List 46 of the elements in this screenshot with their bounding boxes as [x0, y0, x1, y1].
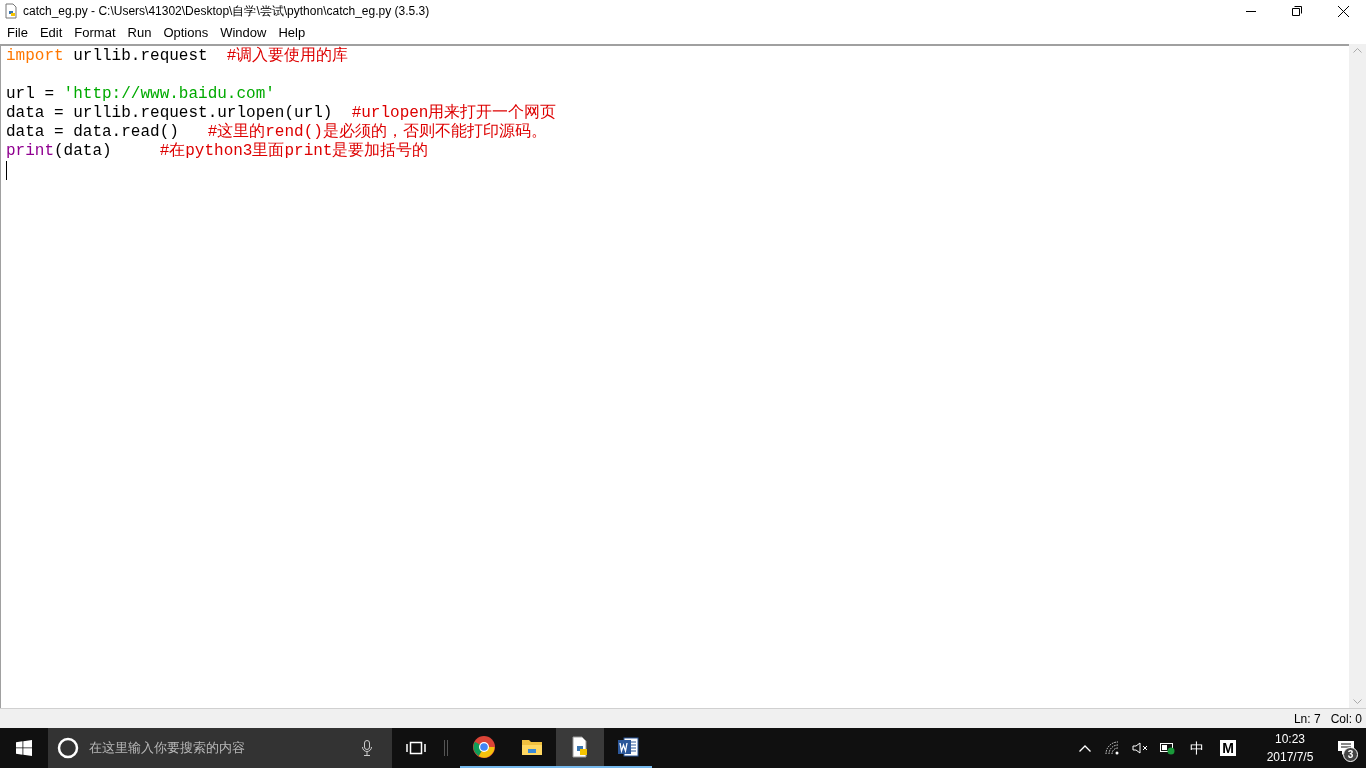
code-text: url =: [6, 85, 55, 104]
code-comment: #urlopen用来打开一个网页: [351, 104, 557, 123]
windows-logo-icon: [16, 740, 32, 756]
clock-time: 10:23: [1275, 731, 1305, 748]
menu-item[interactable]: Help: [273, 23, 311, 43]
wifi-icon[interactable]: [1105, 741, 1121, 755]
clock[interactable]: 10:23 2017/7/5: [1254, 730, 1326, 766]
code-builtin: print: [6, 142, 54, 161]
minimize-icon: [1246, 10, 1256, 12]
code-comment: #在python3里面print是要加括号的: [159, 142, 429, 161]
search-box[interactable]: 在这里输入你要搜索的内容: [48, 728, 392, 768]
code-text: data = data.read(): [6, 123, 180, 142]
code-comment: #调入要使用的库: [226, 47, 349, 66]
column-status: Col: 0: [1330, 710, 1362, 728]
code-text: data = urllib.request.urlopen(url): [6, 104, 334, 122]
code-comment: #这里的rend()是必须的，否则不能打印源码。: [207, 123, 547, 142]
input-method-indicator[interactable]: 中: [1190, 737, 1204, 759]
menu-item[interactable]: Format: [69, 23, 121, 43]
taskbar-separator-icon: [444, 740, 448, 756]
menu-item[interactable]: Window: [215, 23, 272, 43]
input-mode-indicator[interactable]: M: [1220, 740, 1236, 756]
chrome-style-browser-icon: [472, 735, 496, 759]
microphone-icon[interactable]: [362, 740, 372, 756]
notification-count-badge: 3: [1343, 747, 1358, 762]
close-icon: [1337, 5, 1349, 17]
menu-item[interactable]: Run: [122, 23, 157, 43]
muted-speaker-icon[interactable]: [1132, 742, 1149, 754]
search-placeholder: 在这里输入你要搜索的内容: [89, 739, 245, 758]
battery-leaf-icon[interactable]: [1160, 741, 1176, 755]
cortana-circle-icon: [57, 737, 79, 759]
taskbar-app-button[interactable]: [556, 728, 604, 768]
code-string: 'http://www.baidu.com': [63, 85, 275, 104]
line-number-status: Ln: 7: [1293, 710, 1321, 728]
menu-item[interactable]: Options: [158, 23, 214, 43]
menu-item[interactable]: File: [2, 23, 33, 43]
clock-date: 2017/7/5: [1266, 749, 1314, 766]
code-text: (data): [54, 142, 113, 161]
menu-item[interactable]: Edit: [34, 23, 68, 43]
window-title: catch_eg.py - C:\Users\41302\Desktop\自学\尝试\python\catch_eg.py (3.5.3): [23, 3, 430, 20]
show-hidden-icons-icon[interactable]: [1079, 744, 1091, 752]
restore-icon: [1292, 6, 1302, 16]
code-text: urllib.request: [72, 47, 209, 66]
code-keyword: import: [6, 47, 64, 66]
python-file-icon: [3, 3, 19, 19]
task-view-icon: [406, 741, 426, 755]
word-document-icon: [616, 735, 640, 759]
